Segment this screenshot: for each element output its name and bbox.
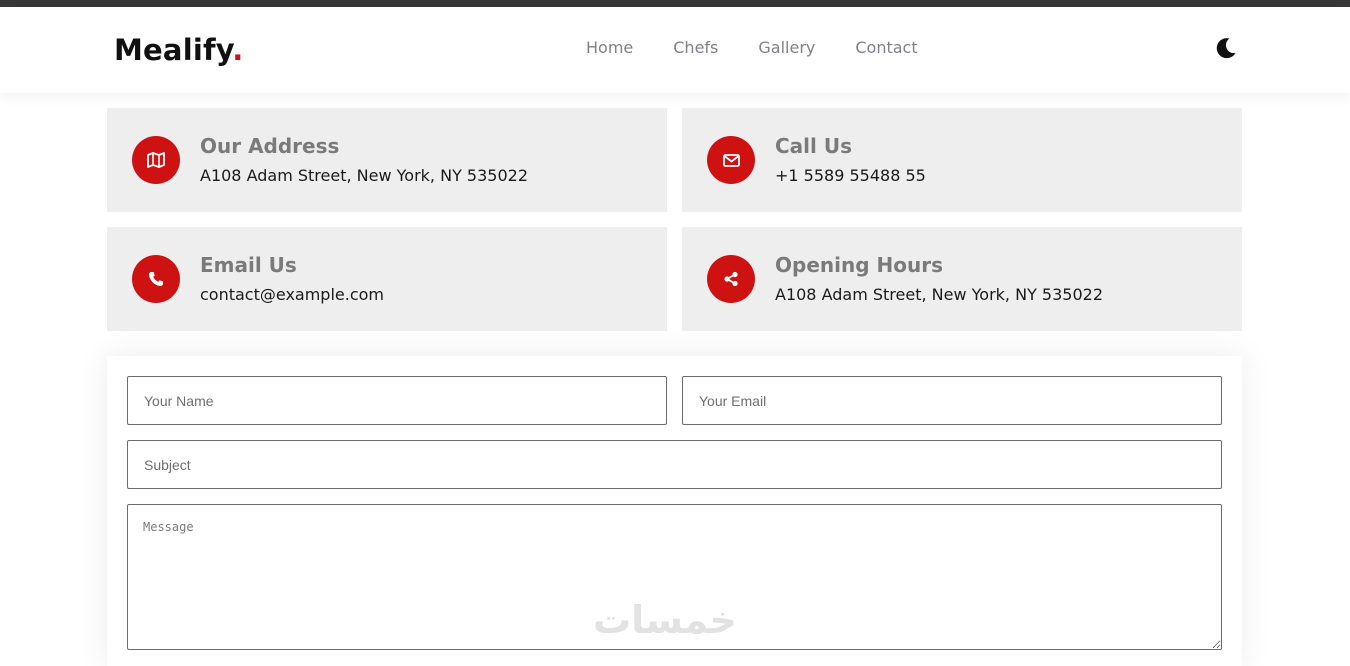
info-card-call: Call Us +1 5589 55488 55	[682, 108, 1242, 212]
info-card-value: contact@example.com	[200, 285, 384, 304]
info-card-value: A108 Adam Street, New York, NY 535022	[775, 285, 1103, 304]
message-textarea[interactable]	[127, 504, 1222, 650]
share-icon	[724, 271, 738, 287]
nav-contact[interactable]: Contact	[855, 38, 917, 58]
nav-home[interactable]: Home	[586, 38, 633, 58]
info-card-title: Our Address	[200, 134, 340, 158]
email-icon-badge	[132, 255, 180, 303]
name-input[interactable]	[127, 376, 667, 425]
moon-icon	[1216, 38, 1236, 59]
logo-text: Mealify	[114, 33, 233, 67]
hours-icon-badge	[707, 255, 755, 303]
top-strip	[0, 0, 1350, 7]
site-logo[interactable]: Mealify.	[114, 33, 243, 67]
info-card-value: A108 Adam Street, New York, NY 535022	[200, 166, 528, 185]
main-nav: Home Chefs Gallery Contact	[586, 38, 958, 58]
address-icon-badge	[132, 136, 180, 184]
call-icon-badge	[707, 136, 755, 184]
info-card-title: Email Us	[200, 253, 297, 277]
info-card-title: Opening Hours	[775, 253, 943, 277]
info-card-value: +1 5589 55488 55	[775, 166, 926, 185]
email-input[interactable]	[682, 376, 1222, 425]
info-card-hours: Opening Hours A108 Adam Street, New York…	[682, 227, 1242, 331]
theme-toggle-button[interactable]	[1214, 36, 1238, 60]
phone-icon	[149, 272, 163, 286]
subject-input[interactable]	[127, 440, 1222, 489]
nav-chefs[interactable]: Chefs	[673, 38, 718, 58]
info-card-address: Our Address A108 Adam Street, New York, …	[107, 108, 667, 212]
nav-gallery[interactable]: Gallery	[758, 38, 815, 58]
info-card-email: Email Us contact@example.com	[107, 227, 667, 331]
envelope-icon	[722, 153, 740, 167]
map-icon	[147, 152, 165, 168]
site-header: Mealify. Home Chefs Gallery Contact	[0, 7, 1350, 93]
info-card-title: Call Us	[775, 134, 852, 158]
logo-dot: .	[232, 33, 244, 67]
